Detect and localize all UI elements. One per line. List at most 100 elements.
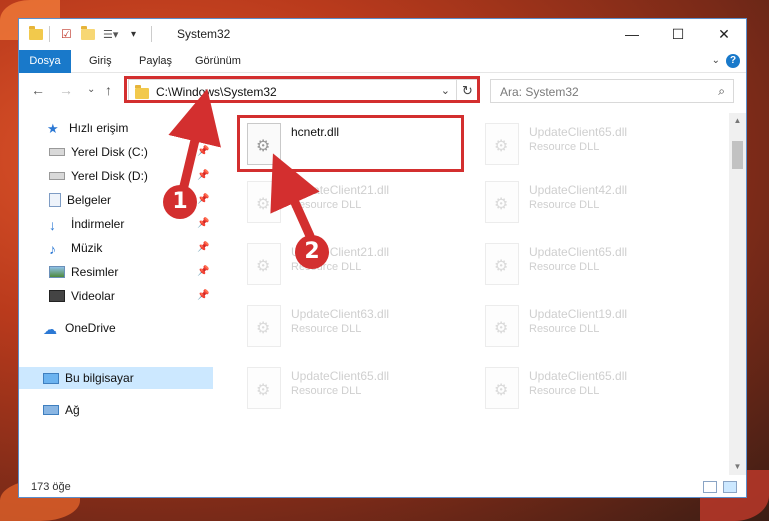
pin-icon[interactable]: 📌 [197, 170, 209, 181]
search-input[interactable]: Ara: System32 ⌕ [490, 79, 734, 103]
properties-icon[interactable]: ☑ [61, 26, 72, 42]
file-name: UpdateClient63.dll [291, 307, 390, 321]
file-name: UpdateClient42.dll [529, 183, 628, 197]
sidebar-item-downloads[interactable]: ↓ İndirmeler [49, 213, 124, 235]
file-item[interactable]: UpdateClient21.dll Resource DLL [241, 175, 471, 231]
drive-icon [49, 148, 65, 156]
sidebar-item-documents[interactable]: Belgeler [49, 189, 111, 211]
dll-file-icon [247, 243, 281, 285]
file-item[interactable]: UpdateClient65.dll Resource DLL [479, 361, 709, 417]
sidebar-item-label: Belgeler [67, 193, 112, 207]
video-icon [49, 290, 65, 302]
network-icon [43, 405, 59, 415]
pin-icon[interactable]: 📌 [197, 146, 209, 157]
scroll-thumb[interactable] [732, 141, 743, 169]
sidebar-item-label: Müzik [71, 241, 103, 255]
quick-access-dropdown-icon[interactable]: ▾ [131, 26, 136, 42]
sidebar-item-label: Yerel Disk (C:) [71, 145, 148, 159]
sidebar-item-local-disk-c[interactable]: Yerel Disk (C:) [49, 141, 148, 163]
sidebar-item-videos[interactable]: Videolar [49, 285, 115, 307]
tab-file[interactable]: Dosya [19, 50, 71, 73]
step-badge-1: 1 [163, 185, 197, 219]
file-item[interactable]: UpdateClient63.dll Resource DLL [241, 299, 471, 355]
file-type: Resource DLL [529, 199, 600, 211]
customize-quick-access-icon[interactable]: ☰▾ [103, 26, 118, 42]
dll-file-icon [485, 243, 519, 285]
search-placeholder: Ara: System32 [500, 85, 579, 99]
pin-icon[interactable]: 📌 [197, 218, 209, 229]
sidebar-item-network[interactable]: Ağ [43, 399, 80, 421]
file-item[interactable]: UpdateClient65.dll Resource DLL [479, 117, 709, 173]
close-button[interactable]: ✕ [701, 19, 746, 50]
file-type: Resource DLL [529, 323, 600, 335]
forward-button[interactable]: → [59, 82, 73, 98]
dll-file-icon [485, 123, 519, 165]
file-item[interactable]: UpdateClient65.dll Resource DLL [479, 237, 709, 293]
dll-file-icon [247, 305, 281, 347]
ribbon-expand-icon[interactable]: ⌄ [712, 55, 720, 66]
file-item[interactable]: UpdateClient65.dll Resource DLL [241, 361, 471, 417]
drive-icon [49, 172, 65, 180]
cloud-icon: ☁ [43, 321, 57, 337]
file-item[interactable]: UpdateClient19.dll Resource DLL [479, 299, 709, 355]
scroll-up-icon[interactable]: ▲ [729, 113, 746, 129]
status-bar: 173 öğe [19, 475, 746, 497]
file-item[interactable]: UpdateClient42.dll Resource DLL [479, 175, 709, 231]
sidebar-item-label: Ağ [65, 403, 80, 417]
up-button[interactable]: ↑ [105, 82, 112, 98]
tab-share[interactable]: Paylaş [129, 50, 182, 73]
folder-icon [29, 25, 43, 42]
separator [49, 26, 50, 42]
file-name: UpdateClient65.dll [529, 369, 628, 383]
dll-file-icon [485, 305, 519, 347]
help-icon[interactable]: ? [726, 54, 740, 68]
computer-icon [43, 372, 59, 384]
file-type: Resource DLL [291, 199, 362, 211]
minimize-button[interactable]: — [609, 19, 655, 50]
sidebar-item-label: Bu bilgisayar [65, 371, 134, 385]
navigation-pane: ★ Hızlı erişim Yerel Disk (C:) 📌 Yerel D… [19, 113, 213, 475]
file-name: UpdateClient65.dll [529, 245, 628, 259]
pin-icon[interactable]: 📌 [197, 242, 209, 253]
sidebar-item-label: Hızlı erişim [69, 121, 129, 135]
ribbon-tabs: Dosya Giriş Paylaş Görünüm ⌄ ? [19, 50, 746, 73]
vertical-scrollbar[interactable]: ▲ ▼ [729, 113, 746, 475]
back-button[interactable]: ← [31, 82, 45, 98]
large-icons-view-icon[interactable] [723, 481, 737, 493]
scroll-down-icon[interactable]: ▼ [729, 459, 746, 475]
maximize-button[interactable]: ☐ [655, 19, 701, 50]
separator [151, 26, 152, 42]
pin-icon[interactable]: 📌 [197, 290, 209, 301]
file-name: UpdateClient19.dll [529, 307, 628, 321]
title-bar: ☑ ☰▾ ▾ System32 — ☐ ✕ [19, 19, 746, 50]
file-type: Resource DLL [529, 141, 600, 153]
pin-icon[interactable]: 📌 [197, 266, 209, 277]
file-type: Resource DLL [291, 323, 362, 335]
pin-icon[interactable]: 📌 [197, 194, 209, 205]
music-icon: ♪ [49, 241, 56, 257]
search-icon: ⌕ [718, 84, 725, 98]
sidebar-item-pictures[interactable]: Resimler [49, 261, 118, 283]
dll-file-icon [247, 181, 281, 223]
file-name: UpdateClient65.dll [291, 369, 390, 383]
pictures-icon [49, 266, 65, 278]
tab-home[interactable]: Giriş [79, 50, 122, 73]
details-view-icon[interactable] [703, 481, 717, 493]
sidebar-item-onedrive[interactable]: ☁ OneDrive [43, 317, 116, 339]
sidebar-item-music[interactable]: ♪ Müzik [49, 237, 102, 259]
new-folder-icon[interactable] [81, 25, 95, 42]
documents-icon [49, 193, 61, 207]
dll-file-icon [247, 367, 281, 409]
recent-locations-button[interactable]: ⌄ [87, 84, 95, 95]
file-type: Resource DLL [529, 385, 600, 397]
file-name: UpdateClient65.dll [529, 125, 628, 139]
step-badge-2: 2 [295, 235, 329, 269]
tab-view[interactable]: Görünüm [185, 50, 251, 73]
dll-file-icon [485, 181, 519, 223]
sidebar-item-this-pc[interactable]: Bu bilgisayar [19, 367, 213, 389]
file-type: Resource DLL [291, 385, 362, 397]
sidebar-item-quick-access[interactable]: ★ Hızlı erişim [47, 117, 128, 139]
sidebar-item-local-disk-d[interactable]: Yerel Disk (D:) [49, 165, 148, 187]
address-bar-highlight [124, 76, 480, 103]
file-item[interactable]: UpdateClient21.dll Resource DLL [241, 237, 471, 293]
